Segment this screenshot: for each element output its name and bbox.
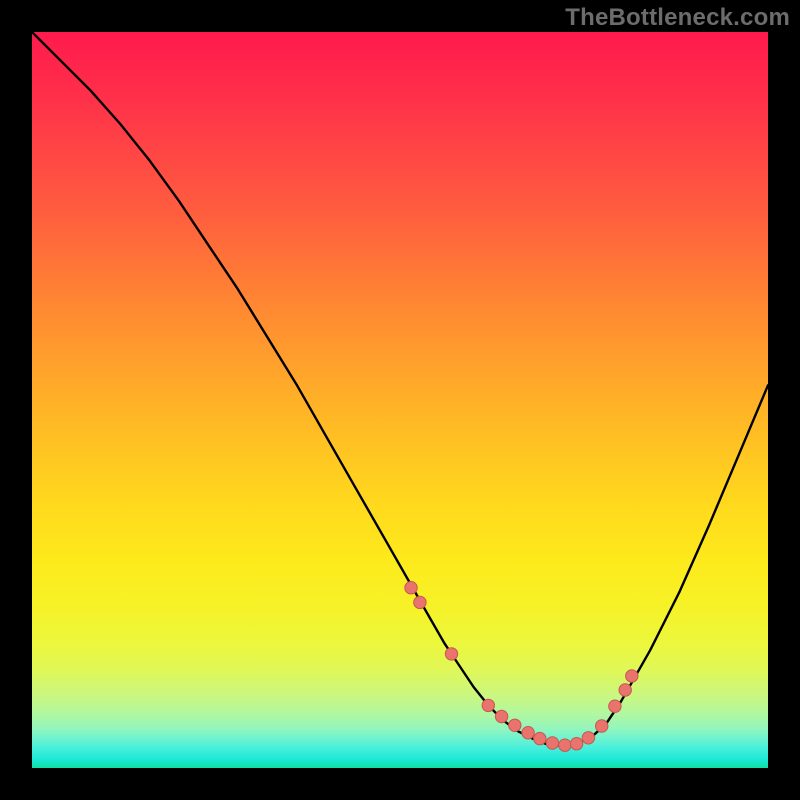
highlight-dot	[596, 720, 608, 732]
highlight-dot	[609, 700, 621, 712]
highlight-dot	[482, 699, 494, 711]
highlight-dot	[495, 710, 507, 722]
chart-svg	[32, 32, 768, 768]
highlight-dot	[405, 582, 417, 594]
highlight-dot	[582, 732, 594, 744]
highlight-dot	[559, 739, 571, 751]
outer-frame: TheBottleneck.com	[0, 0, 800, 800]
highlight-dot	[522, 727, 534, 739]
plot-area	[32, 32, 768, 768]
highlight-dot	[570, 738, 582, 750]
highlight-dot	[619, 684, 631, 696]
watermark-text: TheBottleneck.com	[565, 4, 790, 32]
highlight-dot	[414, 596, 426, 608]
highlight-dot	[534, 732, 546, 744]
highlight-dot	[546, 737, 558, 749]
highlight-dot	[509, 719, 521, 731]
highlight-dot	[626, 670, 638, 682]
highlight-dots	[405, 582, 638, 752]
highlight-dot	[445, 648, 457, 660]
bottleneck-curve	[32, 32, 768, 746]
